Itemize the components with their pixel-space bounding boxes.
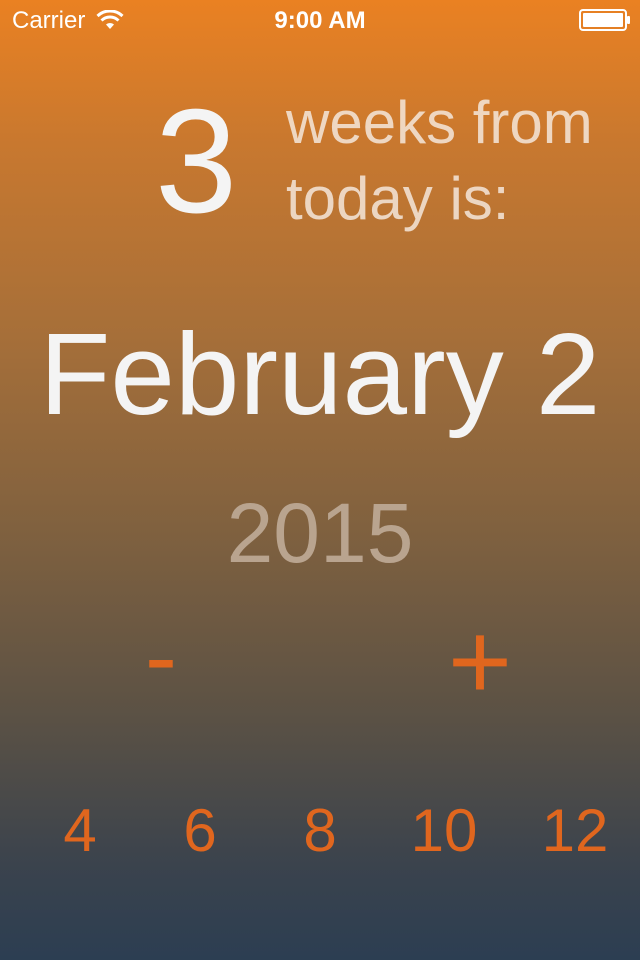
week-option-8[interactable]: 8	[280, 792, 360, 870]
battery-icon	[579, 9, 630, 31]
result-date: February 2	[39, 309, 601, 439]
week-option-4[interactable]: 4	[40, 792, 120, 870]
header-label-line2: today is:	[286, 165, 510, 232]
increment-button[interactable]: +	[430, 607, 530, 717]
week-options-bar: 4 6 8 10 12	[0, 792, 640, 872]
header-label-line1: weeks from	[286, 89, 593, 156]
status-bar: Carrier 9:00 AM	[0, 0, 640, 40]
weeks-count: 3	[155, 79, 238, 244]
status-time: 9:00 AM	[274, 7, 366, 34]
week-option-12[interactable]: 12	[535, 792, 615, 870]
week-option-10[interactable]: 10	[404, 792, 484, 870]
result-year: 2015	[226, 486, 414, 580]
decrement-button[interactable]: -	[126, 609, 196, 705]
week-option-6[interactable]: 6	[160, 792, 240, 870]
